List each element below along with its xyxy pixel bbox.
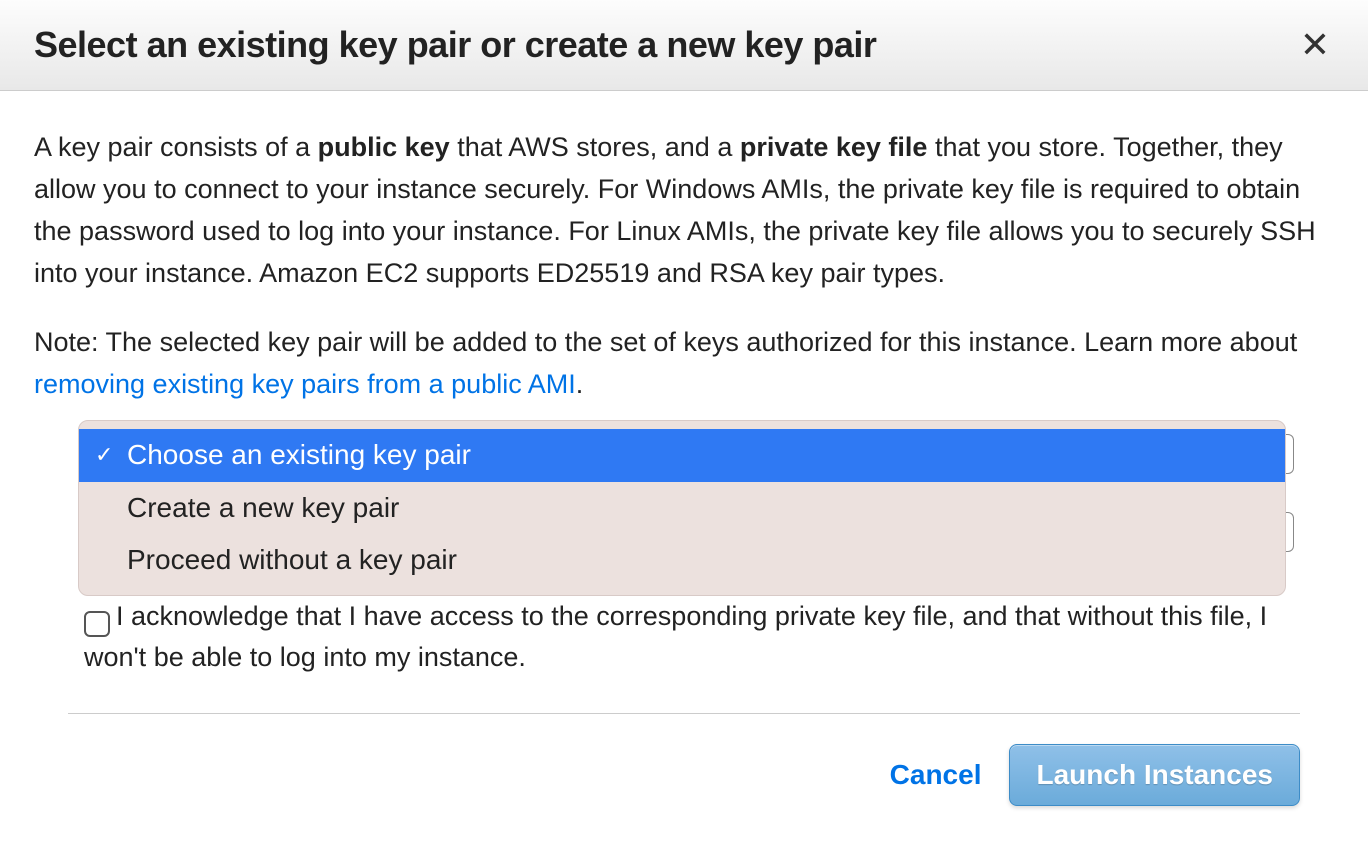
description-text: A key pair consists of a public key that… xyxy=(34,127,1334,294)
option-label: Choose an existing key pair xyxy=(127,439,471,470)
keypair-dropdown-menu: ✓ Choose an existing key pair Create a n… xyxy=(78,420,1286,596)
keypair-select-area: ✓ Choose an existing key pair Create a n… xyxy=(84,420,1280,578)
dropdown-option-choose-existing[interactable]: ✓ Choose an existing key pair xyxy=(79,429,1285,482)
desc-text: A key pair consists of a xyxy=(34,132,318,162)
option-label: Proceed without a key pair xyxy=(127,544,457,575)
desc-text: that AWS stores, and a xyxy=(450,132,740,162)
dropdown-option-proceed-without[interactable]: Proceed without a key pair xyxy=(79,534,1285,587)
acknowledge-row: I acknowledge that I have access to the … xyxy=(84,596,1304,677)
acknowledge-label: I acknowledge that I have access to the … xyxy=(84,601,1267,672)
modal-body: A key pair consists of a public key that… xyxy=(0,91,1368,846)
desc-bold-private-key: private key file xyxy=(740,132,928,162)
note-prefix: Note: The selected key pair will be adde… xyxy=(34,327,1297,357)
option-label: Create a new key pair xyxy=(127,492,399,523)
note-text: Note: The selected key pair will be adde… xyxy=(34,322,1334,406)
check-icon: ✓ xyxy=(95,439,113,471)
modal-title: Select an existing key pair or create a … xyxy=(34,24,876,66)
close-icon[interactable]: ✕ xyxy=(1296,27,1334,63)
launch-instances-button[interactable]: Launch Instances xyxy=(1009,744,1300,806)
modal-header: Select an existing key pair or create a … xyxy=(0,0,1368,91)
modal-footer: Cancel Launch Instances xyxy=(68,713,1300,826)
cancel-button[interactable]: Cancel xyxy=(890,759,982,791)
keypair-modal: Select an existing key pair or create a … xyxy=(0,0,1368,846)
acknowledge-checkbox[interactable] xyxy=(84,611,110,637)
desc-bold-public-key: public key xyxy=(318,132,450,162)
dropdown-option-create-new[interactable]: Create a new key pair xyxy=(79,482,1285,535)
remove-keypairs-link[interactable]: removing existing key pairs from a publi… xyxy=(34,369,576,399)
note-suffix: . xyxy=(576,369,584,399)
